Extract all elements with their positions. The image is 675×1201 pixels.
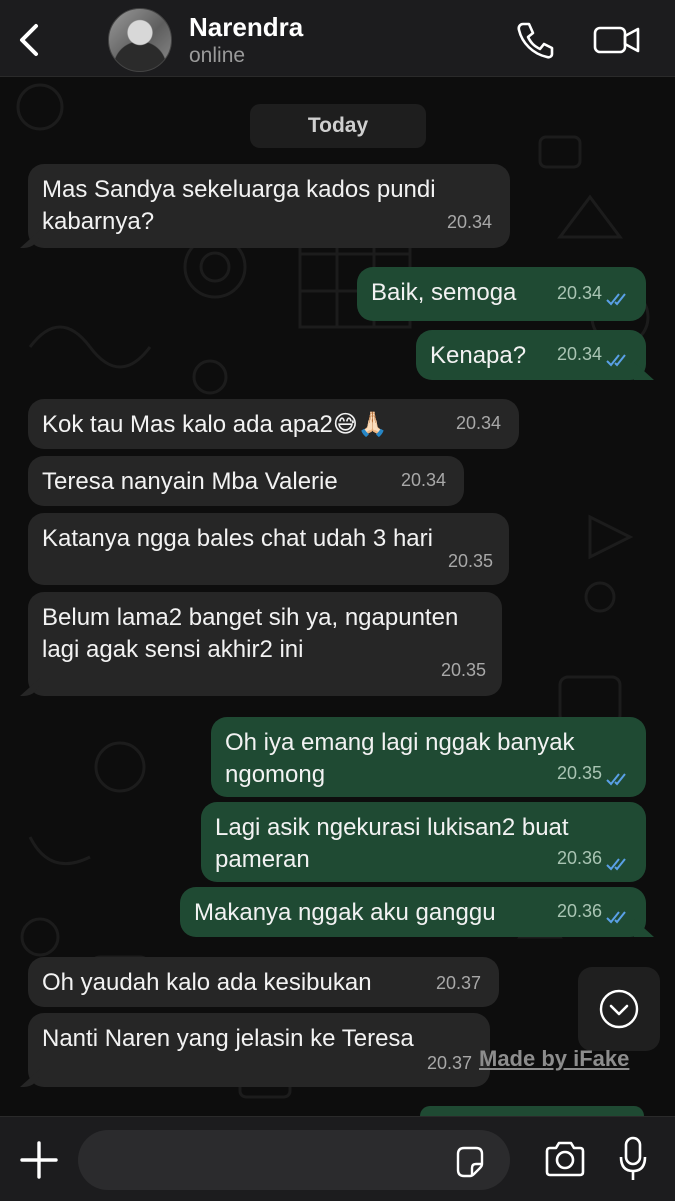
message-bubble-outgoing[interactable]: Makanya nggak aku ganggu 20.36 [180, 887, 646, 937]
message-bubble-incoming[interactable]: Oh yaudah kalo ada kesibukan 20.37 [28, 957, 499, 1007]
chat-header: Narendra online [0, 0, 675, 77]
plus-icon[interactable] [18, 1139, 60, 1181]
chat-area[interactable]: Today Mas Sandya sekeluarga kados pundi … [0, 77, 675, 1116]
message-time: 20.34 [455, 413, 501, 433]
message-bubble-outgoing[interactable]: Kenapa? 20.34 [416, 330, 646, 380]
message-text: Nanti Naren yang jelasin ke Teresa [42, 1025, 414, 1052]
chevron-down-circle-icon [599, 989, 639, 1029]
message-bubble-incoming[interactable]: Belum lama2 banget sih ya, ngapunten lag… [28, 592, 502, 696]
contact-name[interactable]: Narendra [189, 12, 303, 43]
date-separator: Today [250, 104, 426, 148]
message-time: 20.34 [400, 470, 446, 490]
video-camera-icon[interactable] [591, 20, 643, 60]
message-time: 20.34 [556, 344, 602, 364]
message-text: Kok tau Mas kalo ada apa2😅🙏🏻 [42, 411, 388, 438]
read-ticks-icon [606, 858, 626, 871]
message-text: Oh yaudah kalo ada kesibukan [42, 969, 372, 996]
message-time: 20.35 [556, 763, 602, 783]
contact-avatar[interactable] [108, 8, 172, 72]
message-bubble-outgoing[interactable]: Baik, semoga 20.34 [357, 267, 646, 321]
message-time: 20.34 [446, 212, 492, 232]
watermark-text: Made by iFake [479, 1046, 630, 1071]
message-bubble-outgoing-partial [420, 1106, 644, 1116]
message-text: Kenapa? [430, 342, 527, 369]
contact-status: online [189, 44, 246, 67]
message-time: 20.34 [556, 283, 602, 303]
message-text: Mas Sandya sekeluarga kados pundi kabarn… [42, 176, 436, 235]
message-input-field[interactable] [78, 1130, 510, 1190]
read-ticks-icon [606, 293, 626, 306]
phone-icon[interactable] [514, 20, 556, 60]
message-time: 20.36 [556, 901, 602, 921]
message-bubble-incoming[interactable]: Mas Sandya sekeluarga kados pundi kabarn… [28, 164, 510, 248]
message-text: Belum lama2 banget sih ya, ngapunten lag… [42, 604, 459, 663]
camera-icon[interactable] [543, 1139, 587, 1179]
message-time: 20.36 [556, 848, 602, 868]
scroll-to-bottom-button[interactable] [578, 967, 660, 1051]
message-bubble-incoming[interactable]: Teresa nanyain Mba Valerie 20.34 [28, 456, 464, 506]
message-time: 20.37 [435, 973, 481, 993]
sticker-icon[interactable] [452, 1144, 488, 1180]
message-time: 20.37 [426, 1053, 472, 1073]
message-bubble-outgoing[interactable]: Lagi asik ngekurasi lukisan2 buat pamera… [201, 802, 646, 882]
message-time: 20.35 [440, 660, 486, 680]
message-bubble-outgoing[interactable]: Oh iya emang lagi nggak banyak ngomong 2… [211, 717, 646, 797]
message-time: 20.35 [447, 551, 493, 571]
read-ticks-icon [606, 773, 626, 786]
message-text: Baik, semoga [371, 279, 517, 306]
microphone-icon[interactable] [618, 1135, 648, 1183]
message-bubble-incoming[interactable]: Nanti Naren yang jelasin ke Teresa 20.37 [28, 1013, 490, 1087]
read-ticks-icon [606, 354, 626, 367]
back-chevron-icon[interactable] [12, 20, 46, 60]
message-text: Katanya ngga bales chat udah 3 hari [42, 525, 433, 552]
read-ticks-icon [606, 911, 626, 924]
message-bubble-incoming[interactable]: Katanya ngga bales chat udah 3 hari 20.3… [28, 513, 509, 585]
message-text: Teresa nanyain Mba Valerie [42, 468, 338, 495]
message-text: Makanya nggak aku ganggu [194, 899, 496, 926]
message-input-bar [0, 1116, 675, 1201]
message-bubble-incoming[interactable]: Kok tau Mas kalo ada apa2😅🙏🏻 20.34 [28, 399, 519, 449]
